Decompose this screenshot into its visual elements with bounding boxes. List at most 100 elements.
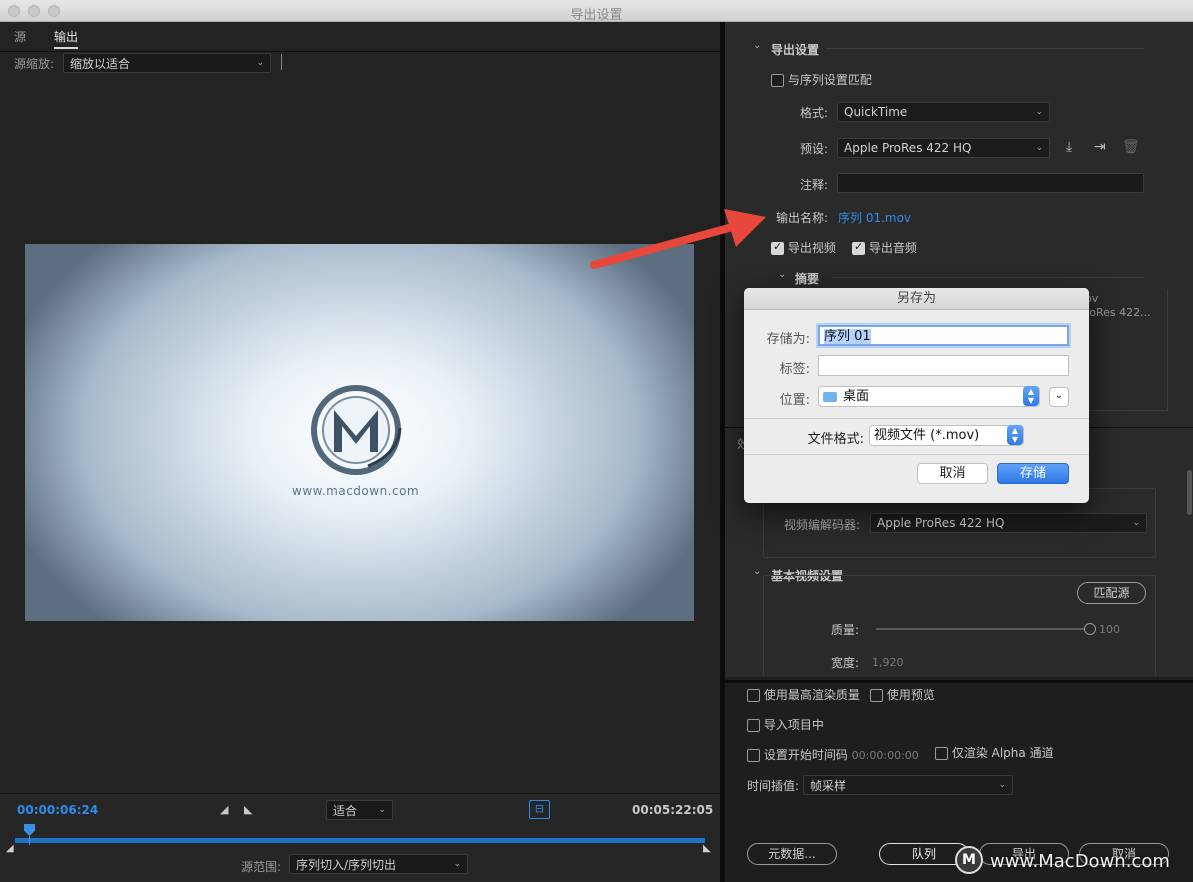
title-bar: 导出设置 [0, 0, 1193, 23]
source-scale-value: 缩放以适合 [70, 56, 131, 71]
window-title: 导出设置 [570, 8, 623, 23]
preset-value: Apple ProRes 422 HQ [844, 141, 972, 155]
timeline-track[interactable] [15, 838, 705, 843]
export-audio-checkbox[interactable] [852, 240, 865, 255]
interp-dropdown[interactable]: 帧采样 ⌄ [803, 775, 1013, 795]
file-format-label: 文件格式: [807, 432, 864, 447]
timecode-out: 00:05:22:05 [632, 803, 714, 817]
tab-output[interactable]: 输出 [54, 28, 79, 49]
start-timecode-checkbox[interactable] [747, 749, 760, 762]
chevron-down-icon: ⌄ [1132, 518, 1140, 528]
max-render-checkbox[interactable] [747, 689, 760, 702]
import-project-checkbox[interactable] [747, 719, 760, 732]
file-format-popup[interactable]: 视频文件 (*.mov) [869, 425, 1024, 446]
scrollbar-thumb[interactable] [1187, 470, 1192, 515]
match-sequence-row[interactable]: 与序列设置匹配 [771, 71, 872, 88]
preset-dropdown[interactable]: Apple ProRes 422 HQ ⌄ [837, 138, 1050, 158]
video-codec-value: Apple ProRes 422 HQ [877, 516, 1005, 530]
delete-preset-icon[interactable]: 🗑 [1122, 139, 1140, 155]
source-scale-label: 源缩放: [14, 57, 55, 71]
export-audio-row[interactable]: 导出音频 [852, 239, 917, 256]
source-range-label: 源范围: [241, 860, 282, 874]
save-as-value: 序列 01 [824, 329, 871, 344]
folder-icon [823, 391, 837, 402]
source-range-value: 序列切入/序列切出 [296, 857, 397, 872]
video-codec-label: 视频编解码器: [784, 518, 861, 532]
start-timecode-value: 00:00:00:00 [851, 749, 919, 762]
max-render-label: 使用最高渲染质量 [763, 688, 860, 702]
location-popup[interactable]: 桌面 [818, 386, 1040, 407]
expand-dialog-button[interactable]: ⌄ [1049, 387, 1069, 407]
file-format-value: 视频文件 (*.mov) [874, 428, 980, 443]
dialog-cancel-button[interactable]: 取消 [917, 463, 988, 484]
alpha-only-row[interactable]: 仅渲染 Alpha 通道 [935, 744, 1054, 761]
tab-source[interactable]: 源 [14, 28, 26, 45]
quality-slider-track[interactable] [876, 628, 1084, 630]
chevron-down-icon[interactable]: ⌄ [753, 566, 761, 577]
chevron-down-icon: ⌄ [1035, 143, 1043, 153]
output-name-link[interactable]: 序列 01.mov [838, 209, 911, 226]
chevron-down-icon[interactable]: ⌄ [753, 40, 761, 51]
chevron-down-icon: ⌄ [453, 859, 461, 869]
summary-border [1167, 289, 1168, 411]
match-source-button[interactable]: 匹配源 [1077, 582, 1146, 604]
dialog-save-button[interactable]: 存储 [997, 463, 1069, 484]
import-project-row[interactable]: 导入项目中 [747, 716, 824, 733]
annotation-arrow-icon [590, 209, 766, 269]
video-codec-dropdown[interactable]: Apple ProRes 422 HQ ⌄ [870, 513, 1147, 533]
export-video-checkbox[interactable] [771, 240, 784, 255]
timecode-in[interactable]: 00:00:06:24 [17, 803, 98, 817]
match-sequence-checkbox[interactable] [771, 74, 784, 87]
mark-out-icon[interactable]: ◣ [244, 803, 252, 816]
summary-title: 摘要 [795, 272, 820, 286]
quality-label: 质量: [831, 623, 860, 637]
range-start-handle-icon[interactable]: ◢ [6, 843, 14, 854]
range-end-handle-icon[interactable]: ◣ [703, 843, 711, 854]
use-preview-label: 使用预览 [886, 688, 935, 702]
quality-value: 100 [1099, 623, 1120, 636]
format-label: 格式: [800, 106, 829, 120]
source-range-dropdown[interactable]: 序列切入/序列切出 ⌄ [289, 854, 468, 874]
dialog-separator [744, 418, 1089, 419]
width-value[interactable]: 1,920 [872, 656, 904, 669]
chevron-down-icon: ⌄ [378, 805, 386, 815]
location-stepper-icon[interactable]: ▲ ▼ [1023, 386, 1039, 406]
fit-value: 适合 [333, 803, 358, 818]
start-timecode-label: 设置开始时间码 [763, 748, 848, 762]
save-preset-icon[interactable]: ⤓ [1066, 139, 1072, 155]
crop-icon[interactable]: ⊟ [529, 800, 550, 819]
mark-in-icon[interactable]: ◢ [220, 803, 228, 816]
metadata-button[interactable]: 元数据... [747, 843, 837, 865]
tags-input[interactable] [818, 355, 1069, 376]
save-as-dialog: 另存为 存储为: 序列 01 标签: 位置: 桌面 ▲ ▼ ⌄ 文件格式: 视频文… [744, 288, 1089, 503]
max-render-row[interactable]: 使用最高渲染质量 [747, 686, 860, 703]
export-settings-title: 导出设置 [771, 43, 820, 57]
use-preview-row[interactable]: 使用预览 [870, 686, 935, 703]
preview-url-text: www.macdown.com [292, 484, 420, 498]
save-as-label: 存储为: [766, 332, 810, 347]
quality-slider-thumb[interactable] [1084, 623, 1096, 635]
file-format-stepper-icon[interactable]: ▲ ▼ [1007, 425, 1023, 445]
location-label: 位置: [779, 393, 810, 408]
export-video-row[interactable]: 导出视频 [771, 239, 836, 256]
source-scale-dropdown[interactable]: 缩放以适合 ⌄ [63, 53, 271, 73]
import-project-label: 导入项目中 [763, 718, 824, 732]
chevron-down-icon[interactable]: ⌄ [778, 269, 786, 280]
preset-label: 预设: [800, 142, 829, 156]
location-value: 桌面 [843, 389, 870, 404]
section-rule [826, 48, 1144, 49]
macdown-logo-icon [311, 385, 402, 475]
format-value: QuickTime [844, 105, 908, 119]
use-preview-checkbox[interactable] [870, 689, 883, 702]
match-sequence-label: 与序列设置匹配 [787, 73, 872, 87]
format-dropdown[interactable]: QuickTime ⌄ [837, 102, 1050, 122]
chevron-down-icon: ⌄ [1035, 107, 1043, 117]
fit-dropdown[interactable]: 适合 ⌄ [326, 800, 393, 820]
comment-input[interactable] [837, 173, 1144, 193]
save-as-input[interactable]: 序列 01 [818, 325, 1069, 346]
alpha-only-label: 仅渲染 Alpha 通道 [951, 746, 1054, 760]
alpha-only-checkbox[interactable] [935, 747, 948, 760]
playhead-line [29, 836, 30, 845]
import-preset-icon[interactable]: ⇥ [1094, 139, 1106, 155]
start-timecode-row[interactable]: 设置开始时间码 00:00:00:00 [747, 746, 919, 763]
